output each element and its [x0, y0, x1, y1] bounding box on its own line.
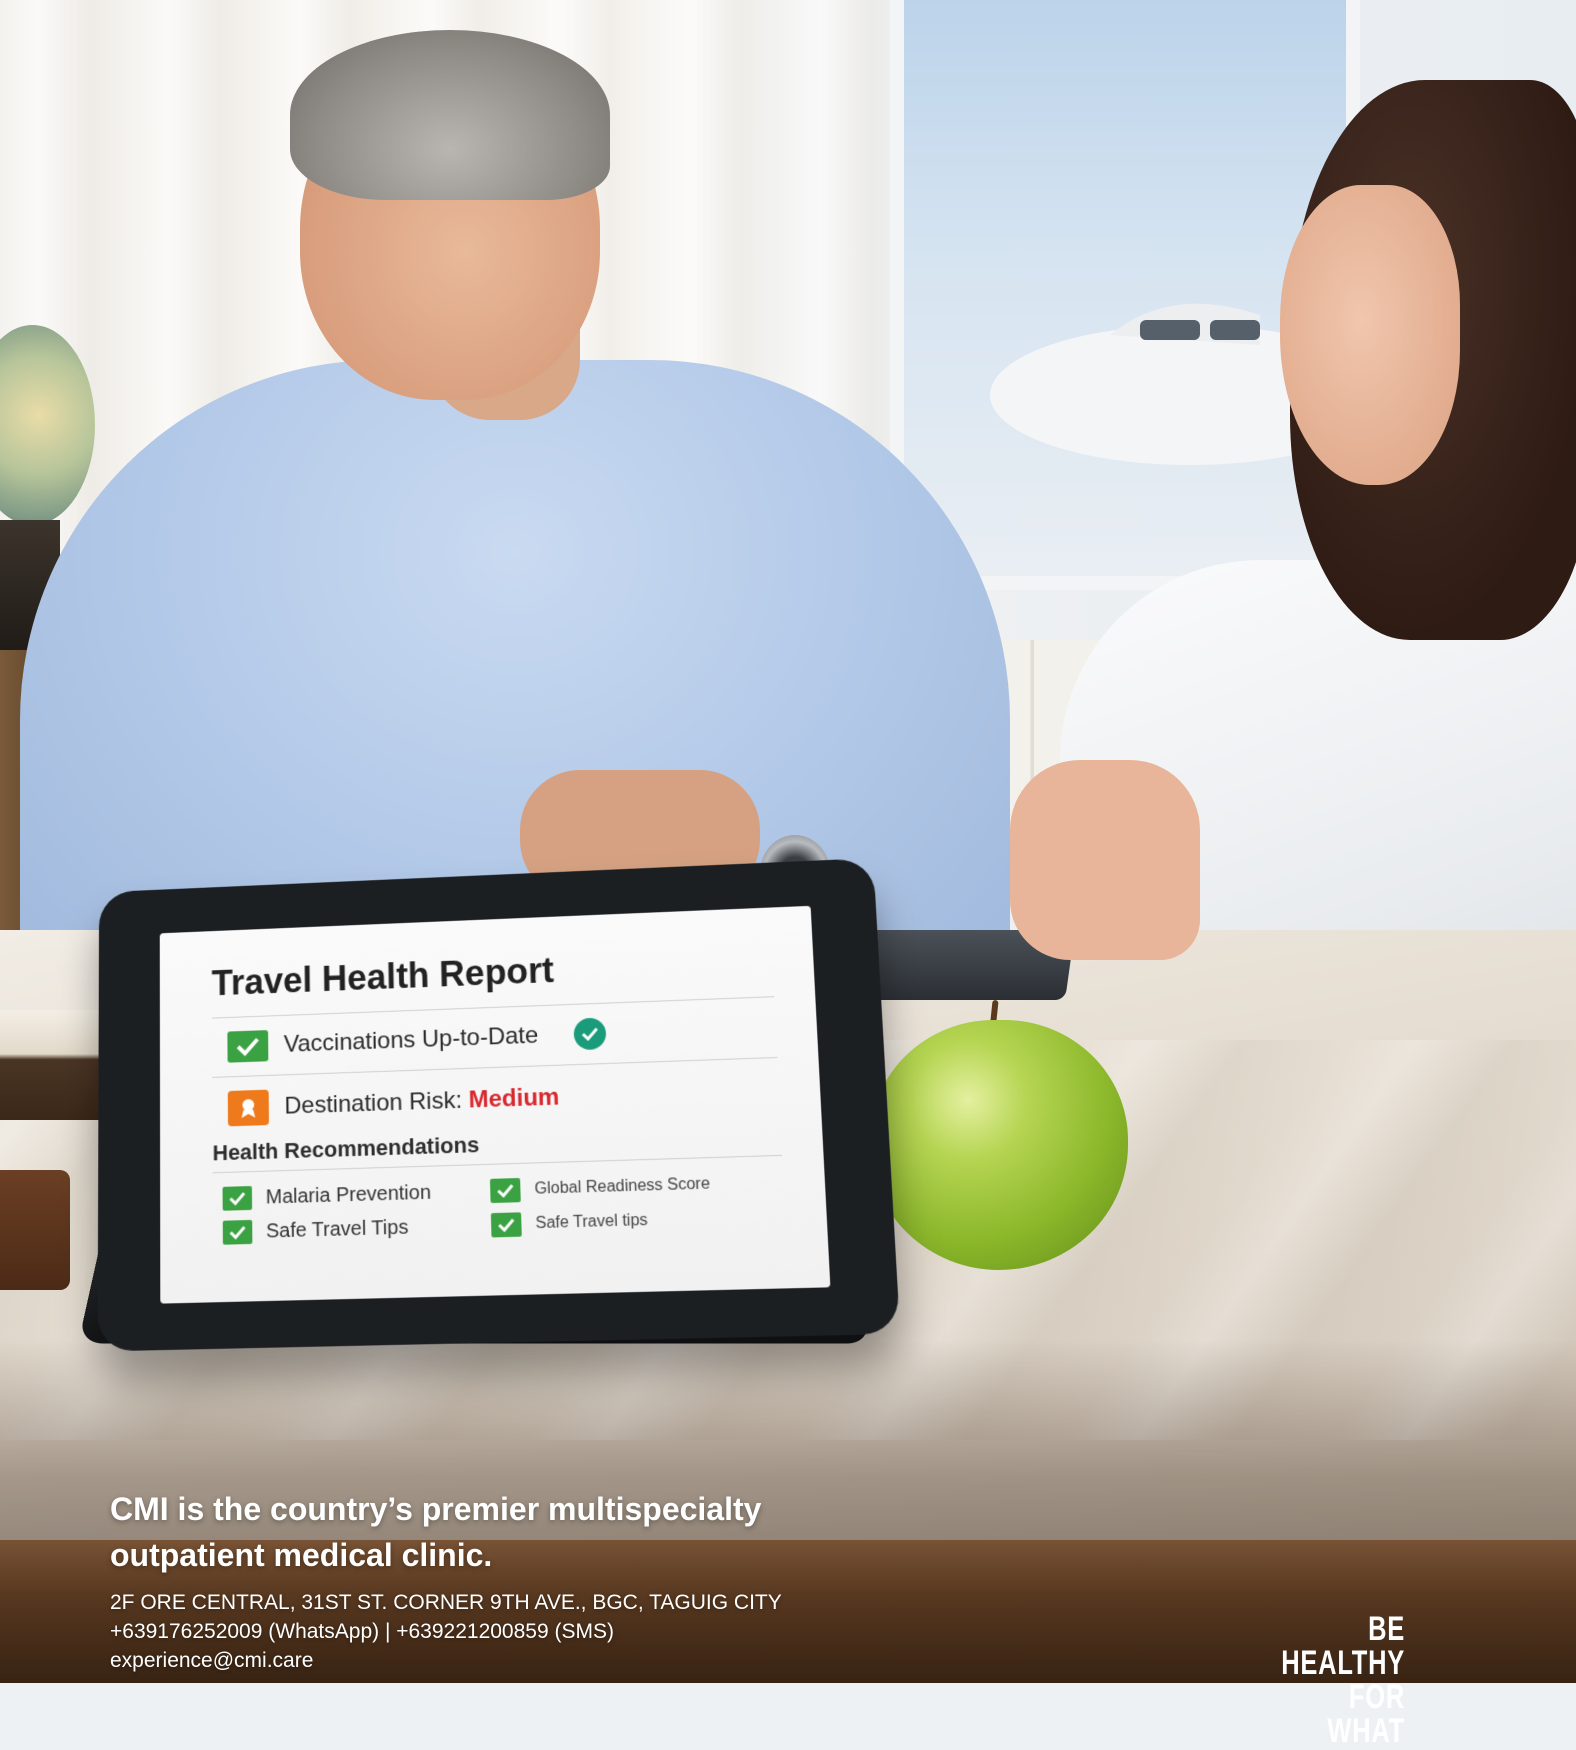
- books: [0, 1010, 110, 1120]
- recommendation-item: Malaria Prevention: [222, 1179, 491, 1211]
- clinic-headline: CMI is the country’s premier multispecia…: [110, 1486, 910, 1578]
- risk-label: Destination Risk: Medium: [284, 1084, 559, 1121]
- recommendation-label: Safe Travel tips: [535, 1211, 648, 1233]
- report-title: Travel Health Report: [211, 949, 555, 1004]
- recommendation-label: Global Readiness Score: [534, 1175, 711, 1198]
- recommendation-label: Safe Travel Tips: [265, 1215, 409, 1243]
- risk-icon: [227, 1089, 269, 1127]
- risk-value: Medium: [468, 1083, 560, 1114]
- contact-info: 2F ORE CENTRAL, 31ST ST. CORNER 9TH AVE.…: [110, 1588, 1010, 1675]
- tagline: BE HEALTHY FOR WHAT: [1270, 1612, 1405, 1748]
- phone-numbers: +639176252009 (WhatsApp) | +639221200859…: [110, 1620, 614, 1643]
- risk-row: Destination Risk: Medium: [227, 1072, 780, 1127]
- verified-icon: [573, 1017, 607, 1051]
- tagline-line-2: FOR WHAT: [1327, 1678, 1405, 1750]
- email: experience@cmi.care: [110, 1649, 314, 1672]
- recommendation-item: Safe Travel Tips: [222, 1213, 492, 1245]
- check-icon: [227, 1030, 269, 1063]
- headline-line-2: outpatient medical clinic.: [110, 1537, 493, 1573]
- recommendations-title: Health Recommendations: [212, 1132, 480, 1166]
- address: 2F ORE CENTRAL, 31ST ST. CORNER 9TH AVE.…: [110, 1591, 782, 1614]
- green-apple: [870, 1020, 1128, 1270]
- report-screen: Travel Health Report Vaccinations Up-to-…: [159, 905, 831, 1304]
- check-icon: [490, 1212, 522, 1238]
- tagline-line-1: BE HEALTHY: [1281, 1610, 1405, 1682]
- man-hair: [290, 30, 610, 200]
- headline-line-1: CMI is the country’s premier multispecia…: [110, 1491, 762, 1527]
- doctor-face: [1280, 185, 1460, 485]
- doctor-hand: [1010, 760, 1200, 960]
- check-icon: [222, 1185, 253, 1211]
- vaccinations-label: Vaccinations Up-to-Date: [283, 1021, 539, 1058]
- photo-scene: Travel Health Report Vaccinations Up-to-…: [0, 0, 1576, 1683]
- check-icon: [489, 1177, 521, 1204]
- check-icon: [222, 1219, 253, 1245]
- vaccination-row: Vaccinations Up-to-Date: [227, 1011, 776, 1063]
- report-tablet: Travel Health Report Vaccinations Up-to-…: [97, 858, 901, 1352]
- risk-label-text: Destination Risk:: [284, 1086, 463, 1120]
- recommendation-label: Malaria Prevention: [265, 1181, 432, 1209]
- recommendation-item: Safe Travel tips: [490, 1206, 757, 1238]
- notebook: [0, 1170, 70, 1290]
- recommendation-item: Global Readiness Score: [489, 1171, 755, 1204]
- recommendations-list: Malaria Prevention Global Readiness Scor…: [222, 1170, 786, 1245]
